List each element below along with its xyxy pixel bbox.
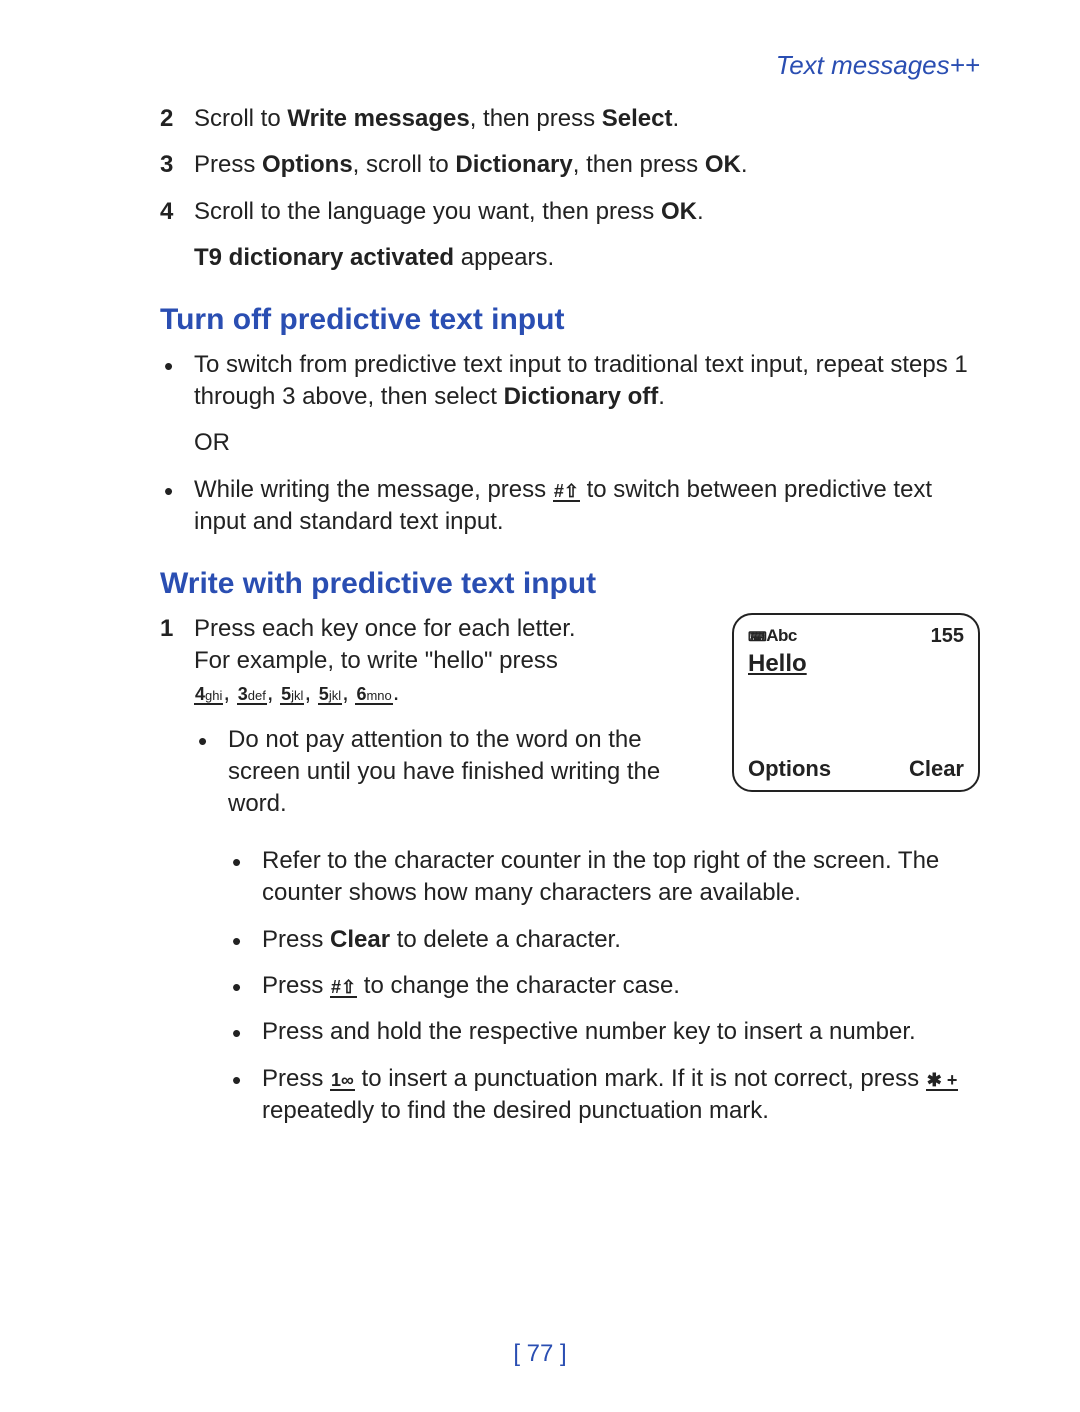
section-turn-off-title: Turn off predictive text input bbox=[160, 303, 980, 337]
step-number: 3 bbox=[160, 149, 194, 181]
star-key-icon: ✱ + bbox=[926, 1071, 959, 1091]
hash-key-icon: #⇧ bbox=[553, 482, 580, 502]
write-step-1: 1 Press each key once for each letter. F… bbox=[160, 613, 712, 710]
or-text: OR bbox=[194, 427, 980, 459]
step-text: Press each key once for each letter. For… bbox=[194, 613, 576, 710]
key-6-icon: 6mno bbox=[355, 685, 392, 705]
key-3-icon: 3def bbox=[237, 685, 267, 705]
step-number: 2 bbox=[160, 103, 194, 135]
step-2: 2 Scroll to Write messages, then press S… bbox=[160, 103, 980, 135]
hash-key-icon: #⇧ bbox=[330, 978, 357, 998]
softkey-right: Clear bbox=[909, 756, 964, 782]
key-5-icon: 5jkl bbox=[280, 685, 304, 705]
sub-counter: Refer to the character counter in the to… bbox=[228, 845, 980, 910]
phone-screen-illustration: ⌨Abc 155 Hello Options Clear bbox=[732, 613, 980, 792]
turn-off-bullets: To switch from predictive text input to … bbox=[160, 349, 980, 539]
step-4-result: T9 dictionary activated appears. bbox=[194, 242, 980, 274]
bullet-switch-off: To switch from predictive text input to … bbox=[160, 349, 980, 460]
typed-word: Hello bbox=[748, 650, 964, 678]
step-text: Scroll to the language you want, then pr… bbox=[194, 196, 704, 228]
step-text: Scroll to Write messages, then press Sel… bbox=[194, 103, 679, 135]
key-5b-icon: 5jkl bbox=[318, 685, 342, 705]
page-header: Text messages++ bbox=[160, 50, 980, 81]
bullet-switch-key: While writing the message, press #⇧ to s… bbox=[160, 474, 980, 539]
sub-clear: Press Clear to delete a character. bbox=[228, 924, 980, 956]
step-text: Press Options, scroll to Dictionary, the… bbox=[194, 149, 748, 181]
pencil-icon: ⌨ bbox=[748, 632, 766, 641]
page-number: [ 77 ] bbox=[0, 1340, 1080, 1368]
sub-case: Press #⇧ to change the character case. bbox=[228, 970, 980, 1002]
section-write-title: Write with predictive text input bbox=[160, 567, 980, 601]
step-number: 4 bbox=[160, 196, 194, 228]
sub-do-not-pay: Do not pay attention to the word on the … bbox=[194, 724, 712, 821]
write-subbullets-rest: Refer to the character counter in the to… bbox=[228, 845, 980, 1128]
char-counter: 155 bbox=[931, 625, 964, 648]
key-4-icon: 4ghi bbox=[194, 685, 223, 705]
sub-punctuation: Press 1∞ to insert a punctuation mark. I… bbox=[228, 1063, 980, 1128]
numbered-steps: 2 Scroll to Write messages, then press S… bbox=[160, 103, 980, 228]
softkey-left: Options bbox=[748, 756, 831, 782]
one-key-icon: 1∞ bbox=[330, 1071, 355, 1091]
step-3: 3 Press Options, scroll to Dictionary, t… bbox=[160, 149, 980, 181]
sub-hold-number: Press and hold the respective number key… bbox=[228, 1016, 980, 1048]
input-mode-indicator: ⌨Abc bbox=[748, 626, 797, 646]
step-number: 1 bbox=[160, 613, 194, 645]
step-4: 4 Scroll to the language you want, then … bbox=[160, 196, 980, 228]
write-subbullets-top: Do not pay attention to the word on the … bbox=[194, 724, 712, 821]
write-steps: 1 Press each key once for each letter. F… bbox=[160, 613, 712, 710]
